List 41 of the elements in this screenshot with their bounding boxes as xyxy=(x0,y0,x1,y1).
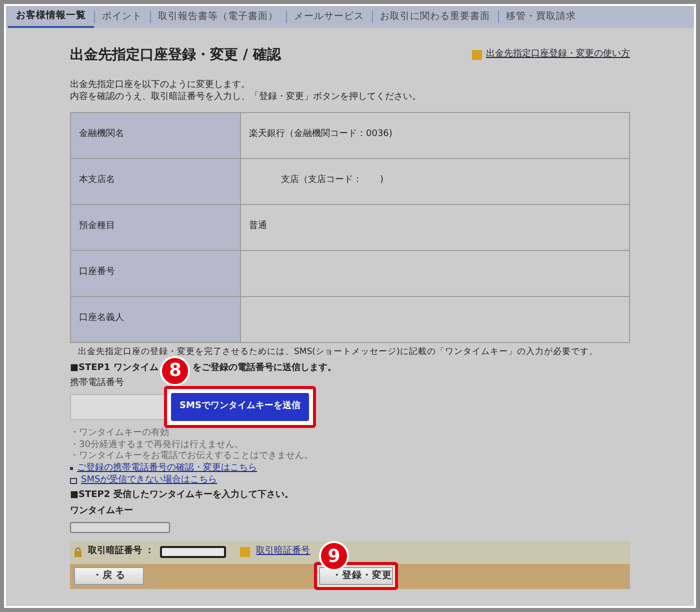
field-label: 金融機関名 xyxy=(70,112,240,158)
help-link[interactable]: 出金先指定口座登録・変更の使い方 xyxy=(486,49,630,61)
callout-badge: 8 xyxy=(160,356,190,386)
bullet-icon xyxy=(70,467,73,470)
field-value: 楽天銀行（金融機関コード：0036) xyxy=(240,112,630,158)
step-heading: ■STEP2 受信したワンタイムキーを入力して下さい。 xyxy=(70,490,294,500)
nav-tab[interactable]: メールサービス xyxy=(286,6,372,28)
pin-input[interactable] xyxy=(160,546,226,558)
note-text: ・30分経過するまで再発行は行えません。 xyxy=(70,440,244,450)
send-sms-button[interactable]: SMSでワンタイムキーを送信 xyxy=(171,392,309,421)
intro-text: 内容を確認のうえ、取引暗証番号を入力し、「登録・変更」ボタンを押してください。 xyxy=(70,92,422,104)
note-text: ・ワンタイムキーの有効 xyxy=(70,428,170,440)
back-button[interactable]: ・戻 る xyxy=(74,567,144,586)
intro-text: 出金先指定口座を以下のように変更します。 xyxy=(70,80,251,92)
nav-tab[interactable]: お客様情報一覧 xyxy=(8,6,94,28)
window-icon xyxy=(70,478,77,484)
page-title: 出金先指定口座登録・変更 / 確認 xyxy=(70,46,281,64)
field-label: 口座番号 xyxy=(70,250,240,296)
nav-tab[interactable]: 移管・買取請求 xyxy=(498,6,584,28)
notice-text: 出金先指定口座の登録・変更を完了させるためには、SMS(ショートメッセージ)に記載の「ワンタイムキー」の入力が必要です。 xyxy=(77,346,599,358)
submit-button[interactable]: ・登録・変更 xyxy=(319,567,393,586)
one-time-key-input[interactable] xyxy=(70,522,170,533)
help-link[interactable]: SMSが受信できない場合はこちら xyxy=(81,474,218,486)
step-heading: をご登録の電話番号に送信します。 xyxy=(192,362,336,373)
field-label: 携帯電話番号 xyxy=(70,378,125,390)
pin-label: 取引暗証番号 ： xyxy=(88,546,154,558)
help-link[interactable]: 取引暗証番号 xyxy=(256,546,310,558)
phone-input[interactable] xyxy=(70,394,166,420)
step-heading: ■STEP1 ワンタイム xyxy=(70,362,158,373)
field-label: ワンタイムキー xyxy=(70,506,133,516)
field-label: 口座名義人 xyxy=(70,296,240,342)
help-link[interactable]: ご登録の携帯電話番号の確認・変更はこちら xyxy=(77,463,257,475)
nav-tab[interactable]: ポイント xyxy=(94,6,150,28)
nav-tab[interactable]: お取引に関わる重要書面 xyxy=(372,6,498,28)
nav-tab[interactable]: 取引報告書等（電子書面） xyxy=(150,6,286,28)
lock-icon xyxy=(74,547,82,558)
field-label: 預金種目 xyxy=(70,204,240,250)
field-label: 本支店名 xyxy=(70,158,240,204)
field-value: 支店（支店コード： ) xyxy=(240,158,630,204)
field-value: 普通 xyxy=(240,204,630,250)
note-text: ・ワンタイムキーをお電話でお伝えすることはできません。 xyxy=(70,451,314,462)
